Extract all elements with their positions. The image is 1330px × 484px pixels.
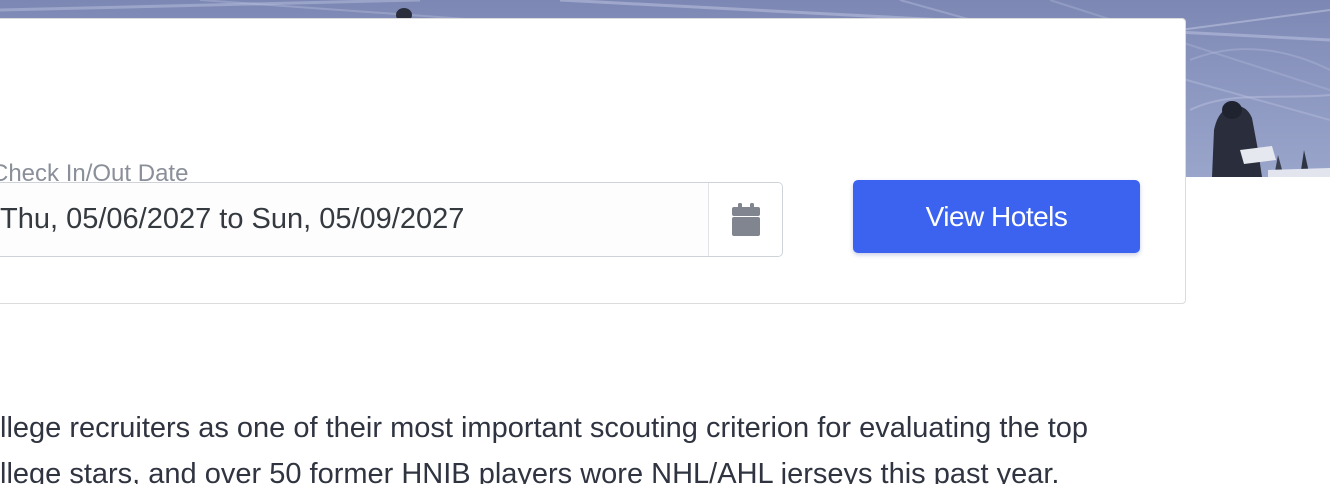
check-in-out-date-input[interactable]: Thu, 05/06/2027 to Sun, 05/09/2027: [0, 182, 783, 257]
date-range-value[interactable]: Thu, 05/06/2027 to Sun, 05/09/2027: [0, 183, 708, 256]
description-line-1: llege recruiters as one of their most im…: [0, 412, 1089, 444]
hotel-booking-card: Check In/Out Date Thu, 05/06/2027 to Sun…: [0, 18, 1186, 304]
event-description: llege recruiters as one of their most im…: [0, 405, 1330, 484]
page: Check In/Out Date Thu, 05/06/2027 to Sun…: [0, 0, 1330, 484]
calendar-button[interactable]: [708, 183, 782, 256]
view-hotels-button[interactable]: View Hotels: [853, 180, 1140, 253]
description-line-2: llege stars, and over 50 former HNIB pla…: [0, 458, 1060, 484]
calendar-icon: [731, 202, 760, 236]
